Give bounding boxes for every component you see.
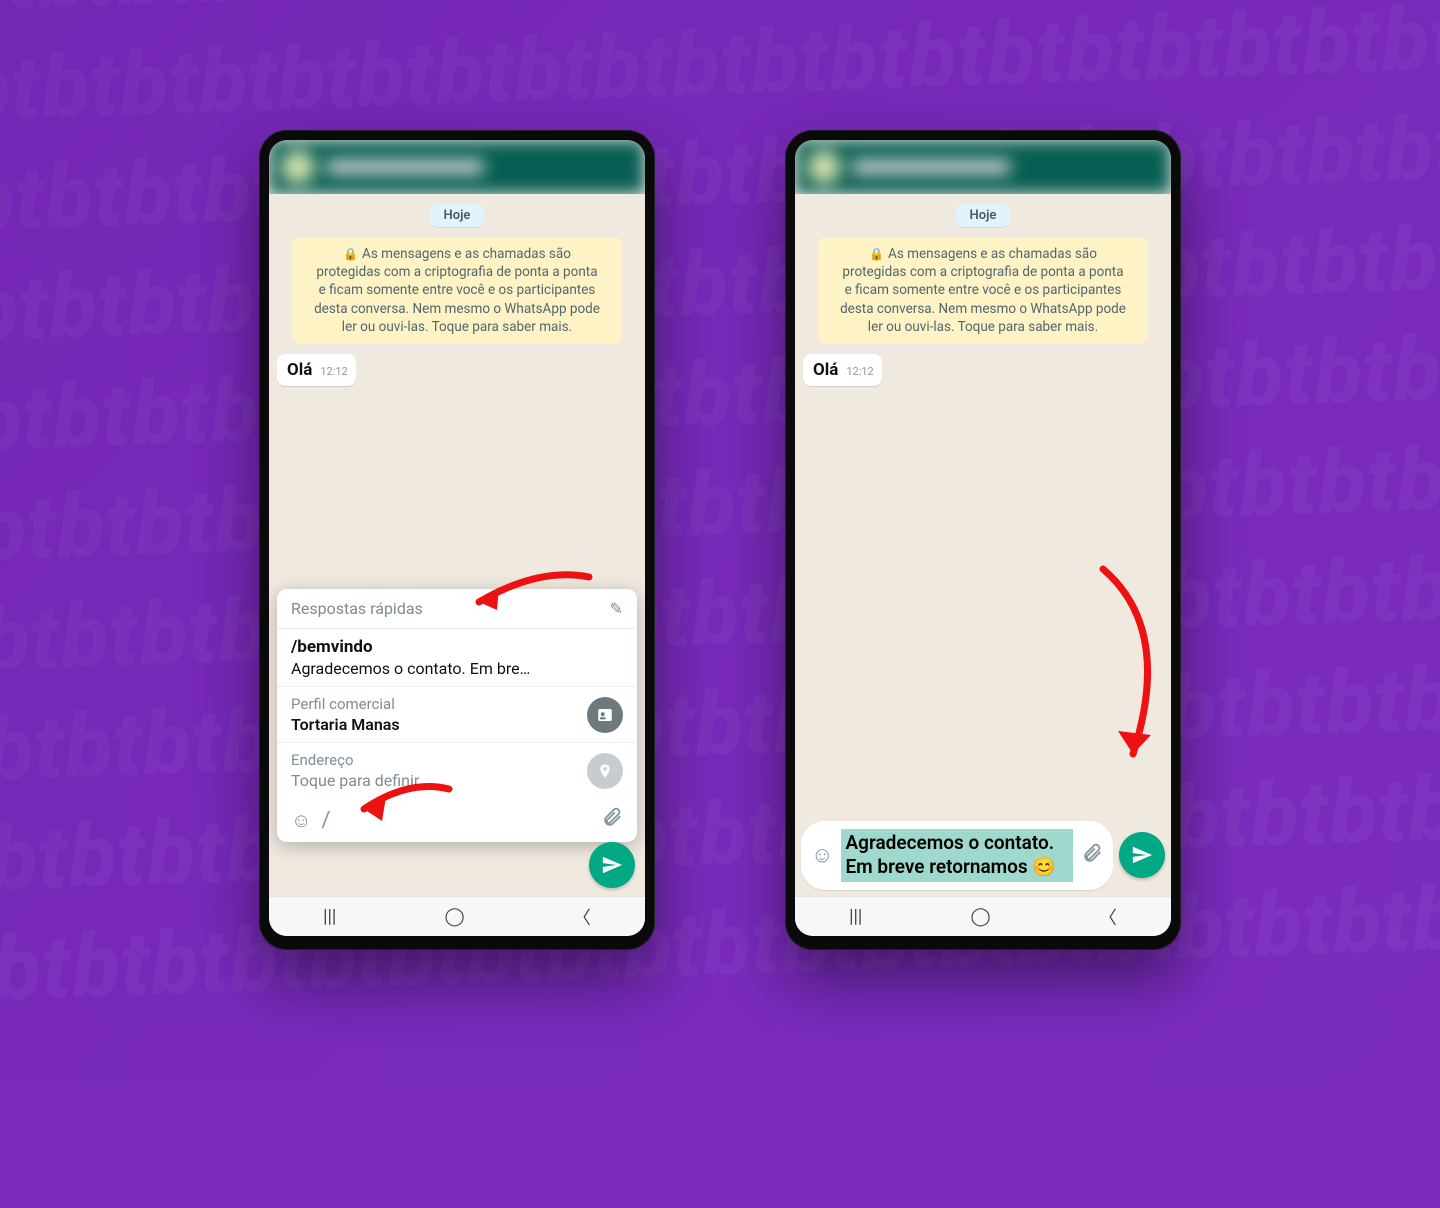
quick-reply-input-row[interactable]: ☺ / xyxy=(277,798,637,842)
attach-icon[interactable] xyxy=(1081,842,1103,868)
quick-reply-preview: Agradecemos o contato. Em bre… xyxy=(291,659,623,678)
chat-body: Hoje 🔒As mensagens e as chamadas são pro… xyxy=(795,194,1171,817)
message-text: Olá xyxy=(287,360,312,380)
emoji-icon[interactable]: ☺ xyxy=(811,842,833,868)
avatar[interactable] xyxy=(281,150,315,184)
attach-icon[interactable] xyxy=(601,806,623,834)
phone-screen: Hoje 🔒As mensagens e as chamadas são pro… xyxy=(269,140,645,936)
quick-replies-card: Respostas rápidas ✎ /bemvindo Agradecemo… xyxy=(277,589,637,842)
lock-icon: 🔒 xyxy=(869,246,884,262)
date-chip: Hoje xyxy=(430,204,485,227)
android-nav-bar: ||| ◯ 〈 xyxy=(269,896,645,936)
address-label: Endereço xyxy=(291,751,577,769)
home-nav-icon[interactable]: ◯ xyxy=(971,906,991,927)
contact-name-blurred xyxy=(325,160,485,174)
quick-replies-title: Respostas rápidas xyxy=(291,599,423,618)
phone-mockup-left: Hoje 🔒As mensagens e as chamadas são pro… xyxy=(259,130,655,950)
send-button[interactable] xyxy=(1119,832,1165,878)
send-button[interactable] xyxy=(589,842,635,888)
lock-icon: 🔒 xyxy=(343,246,358,262)
slash-input-text: / xyxy=(321,808,330,833)
pencil-icon[interactable]: ✎ xyxy=(610,599,623,618)
android-nav-bar: ||| ◯ 〈 xyxy=(795,896,1171,936)
back-nav-icon[interactable]: 〈 xyxy=(573,904,591,930)
business-profile-item[interactable]: Perfil comercial Tortaria Manas xyxy=(277,687,637,743)
message-incoming[interactable]: Olá 12:12 xyxy=(277,354,356,386)
quick-reply-command: /bemvindo xyxy=(291,637,623,657)
emoji-icon[interactable]: ☺ xyxy=(291,808,311,833)
background-pattern xyxy=(0,0,1440,1080)
message-text: Olá xyxy=(813,360,838,380)
location-pin-icon xyxy=(587,753,623,789)
quick-reply-item[interactable]: /bemvindo Agradecemos o contato. Em bre… xyxy=(277,629,637,687)
encryption-notice[interactable]: 🔒As mensagens e as chamadas são protegid… xyxy=(292,237,622,344)
business-profile-label: Perfil comercial xyxy=(291,695,577,713)
phone-screen: Hoje 🔒As mensagens e as chamadas são pro… xyxy=(795,140,1171,936)
home-nav-icon[interactable]: ◯ xyxy=(445,906,465,927)
send-button-wrap xyxy=(589,842,635,888)
composer-area: ☺ Agradecemos o contato. Em breve retorn… xyxy=(795,817,1171,896)
date-chip: Hoje xyxy=(956,204,1011,227)
contact-card-icon xyxy=(587,697,623,733)
annotation-arrow xyxy=(1063,559,1171,783)
back-nav-icon[interactable]: 〈 xyxy=(1099,904,1117,930)
message-time: 12:12 xyxy=(320,365,347,380)
draft-text: Agradecemos o contato. Em breve retornam… xyxy=(841,829,1073,882)
message-time: 12:12 xyxy=(846,365,873,380)
message-input[interactable]: ☺ Agradecemos o contato. Em breve retorn… xyxy=(801,821,1113,890)
avatar[interactable] xyxy=(807,150,841,184)
business-profile-value: Tortaria Manas xyxy=(291,715,577,734)
address-value: Toque para definir xyxy=(291,771,577,790)
quick-replies-header: Respostas rápidas ✎ xyxy=(277,589,637,629)
chat-header[interactable] xyxy=(269,140,645,194)
message-incoming[interactable]: Olá 12:12 xyxy=(803,354,882,386)
recents-nav-icon[interactable]: ||| xyxy=(849,906,862,927)
contact-name-blurred xyxy=(851,160,1011,174)
encryption-notice[interactable]: 🔒As mensagens e as chamadas são protegid… xyxy=(818,237,1148,344)
chat-header[interactable] xyxy=(795,140,1171,194)
phone-mockup-right: Hoje 🔒As mensagens e as chamadas são pro… xyxy=(785,130,1181,950)
recents-nav-icon[interactable]: ||| xyxy=(323,906,336,927)
chat-body: Hoje 🔒As mensagens e as chamadas são pro… xyxy=(269,194,645,896)
address-item[interactable]: Endereço Toque para definir xyxy=(277,743,637,798)
